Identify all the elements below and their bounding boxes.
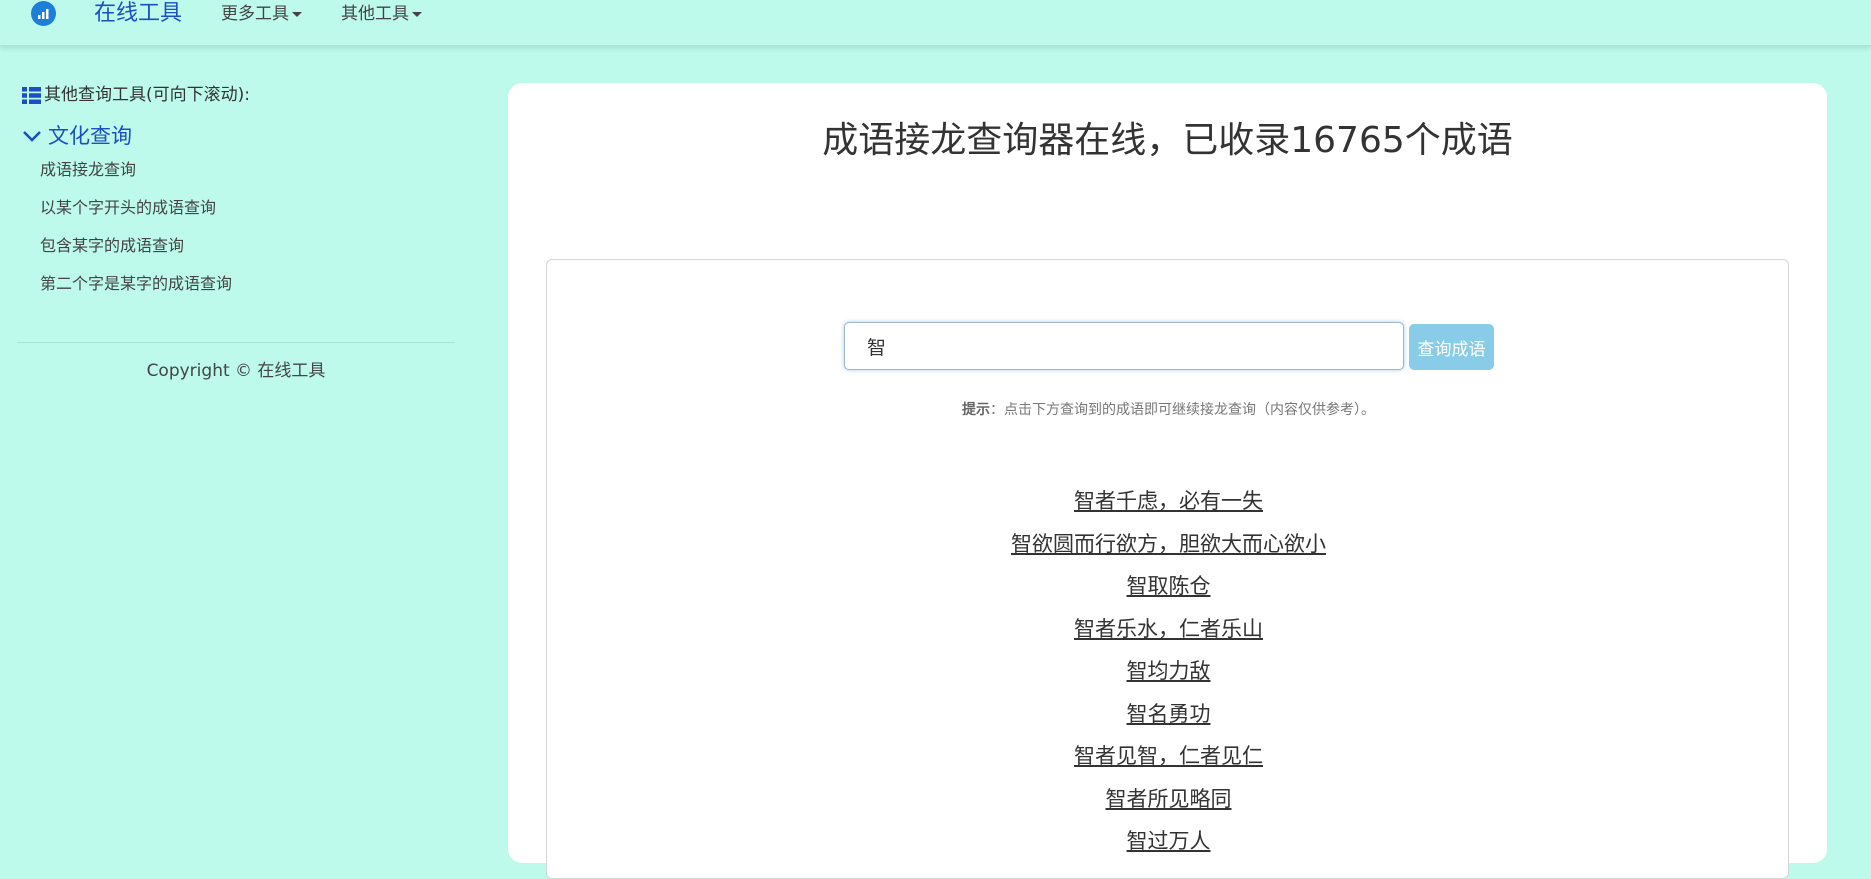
list-icon <box>22 86 41 104</box>
result-item[interactable]: 智过万人 <box>547 820 1790 863</box>
result-item[interactable]: 智者见智，仁者见仁 <box>547 735 1790 778</box>
sidebar-header: 其他查询工具(可向下滚动): <box>22 84 250 106</box>
nav-menu-more-tools[interactable]: 更多工具 <box>221 3 302 25</box>
nav-menu-label: 其他工具 <box>341 4 409 24</box>
result-item[interactable]: 智欲圆而行欲方，胆欲大而心欲小 <box>547 523 1790 566</box>
hint-label: 提示 <box>962 402 990 418</box>
top-navbar: 在线工具 更多工具 其他工具 <box>0 0 1871 46</box>
result-item[interactable]: 智均力敌 <box>547 650 1790 693</box>
copyright-text: Copyright © 在线工具 <box>146 361 326 381</box>
sidebar-category-label: 文化查询 <box>48 124 132 148</box>
results-list: 智者千虑，必有一失 智欲圆而行欲方，胆欲大而心欲小 智取陈仓 智者乐水，仁者乐山… <box>547 480 1790 863</box>
sidebar-category-culture[interactable]: 文化查询 <box>22 123 132 149</box>
hint-body: ：点击下方查询到的成语即可继续接龙查询（内容仅供参考）。 <box>990 402 1375 418</box>
caret-down-icon <box>292 11 302 17</box>
search-input[interactable] <box>844 322 1404 370</box>
result-item[interactable]: 智者千虑，必有一失 <box>547 480 1790 523</box>
main-card: 成语接龙查询器在线，已收录16765个成语 查询成语 提示：点击下方查询到的成语… <box>508 83 1827 879</box>
result-item[interactable]: 智者乐水，仁者乐山 <box>547 608 1790 651</box>
sidebar-divider <box>17 342 455 343</box>
result-item[interactable]: 智取陈仓 <box>547 565 1790 608</box>
chart-logo-icon[interactable] <box>31 1 56 26</box>
nav-menu-other-tools[interactable]: 其他工具 <box>341 3 422 25</box>
sidebar-link-contains[interactable]: 包含某字的成语查询 <box>40 236 184 256</box>
caret-down-icon <box>412 11 422 17</box>
sidebar-link-starts-with[interactable]: 以某个字开头的成语查询 <box>40 198 216 218</box>
search-button[interactable]: 查询成语 <box>1409 324 1494 370</box>
nav-menu-label: 更多工具 <box>221 4 289 24</box>
sidebar-link-idiom-chain[interactable]: 成语接龙查询 <box>40 160 136 180</box>
search-panel: 查询成语 提示：点击下方查询到的成语即可继续接龙查询（内容仅供参考）。 智者千虑… <box>546 259 1789 879</box>
hint-text: 提示：点击下方查询到的成语即可继续接龙查询（内容仅供参考）。 <box>547 399 1790 419</box>
result-item[interactable]: 智者所见略同 <box>547 778 1790 821</box>
chevron-down-icon <box>23 131 41 142</box>
brand-link[interactable]: 在线工具 <box>94 1 182 27</box>
sidebar-link-second-char[interactable]: 第二个字是某字的成语查询 <box>40 274 232 294</box>
sidebar-header-label: 其他查询工具(可向下滚动): <box>44 85 250 105</box>
result-item[interactable]: 智名勇功 <box>547 693 1790 736</box>
page-title: 成语接龙查询器在线，已收录16765个成语 <box>822 120 1513 161</box>
